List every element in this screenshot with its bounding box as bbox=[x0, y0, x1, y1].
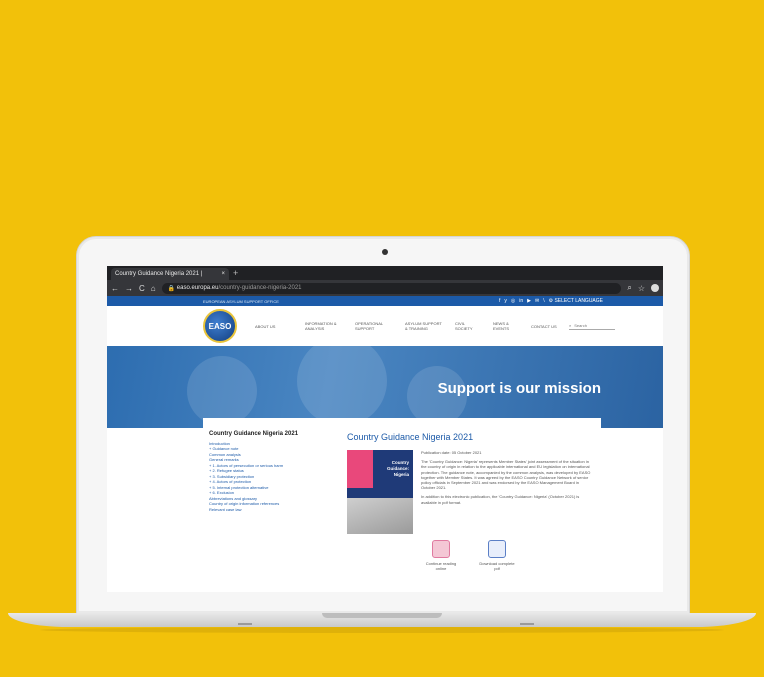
site-topstrip: EUROPEAN ASYLUM SUPPORT OFFICE f y ◎ in … bbox=[107, 296, 663, 306]
article-title: Country Guidance Nigeria 2021 bbox=[347, 432, 474, 442]
laptop-screen: Country Guidance Nigeria 2021 | × + ← → … bbox=[107, 266, 663, 592]
download-options: Continue reading online Download complet… bbox=[421, 540, 593, 571]
browser-tabbar: Country Guidance Nigeria 2021 | × + bbox=[107, 266, 663, 280]
hero-banner: Support is our mission bbox=[107, 346, 663, 428]
cover-title: Country Guidance: Nigeria bbox=[387, 460, 409, 478]
search-icon: ⌕ bbox=[569, 322, 572, 328]
nav-contact[interactable]: CONTACT US bbox=[531, 324, 557, 329]
continue-reading-button[interactable]: Continue reading online bbox=[421, 540, 461, 571]
address-bar: ← → C ⌂ 🔒 easo.europa.eu /country-guidan… bbox=[107, 280, 663, 296]
publication-date: Publication date: 05 October 2021 bbox=[421, 450, 482, 455]
download-pdf-button[interactable]: Download complete pdf bbox=[477, 540, 517, 571]
camera bbox=[382, 249, 388, 255]
reload-icon[interactable]: C bbox=[139, 284, 145, 293]
twitter-icon[interactable]: y bbox=[504, 298, 507, 304]
cover-map bbox=[347, 498, 413, 534]
cover-title-line: Nigeria bbox=[393, 472, 409, 477]
nav-civil[interactable]: CIVIL SOCIETY bbox=[455, 321, 481, 331]
home-icon[interactable]: ⌂ bbox=[151, 284, 156, 293]
nav-operational[interactable]: OPERATIONAL SUPPORT bbox=[355, 321, 393, 331]
tab-title: Country Guidance Nigeria 2021 | bbox=[115, 271, 203, 277]
youtube-icon[interactable]: ▶ bbox=[527, 298, 531, 304]
easo-logo[interactable]: EASO bbox=[203, 309, 237, 343]
download-pdf-label: Download complete pdf bbox=[479, 561, 515, 571]
agency-label: EUROPEAN ASYLUM SUPPORT OFFICE bbox=[203, 298, 279, 304]
url-path: /country-guidance-nigeria-2021 bbox=[218, 285, 302, 291]
article-body: Publication date: 05 October 2021 The 'C… bbox=[421, 450, 593, 534]
hero-title: Support is our mission bbox=[437, 380, 601, 397]
url-domain: easo.europa.eu bbox=[176, 285, 219, 291]
pdf-icon bbox=[488, 540, 506, 558]
hero-shape bbox=[297, 346, 387, 426]
browser-tab[interactable]: Country Guidance Nigeria 2021 | × bbox=[111, 268, 229, 280]
new-tab-icon[interactable]: + bbox=[233, 268, 238, 278]
article: Country Guidance Nigeria 2021 Country Gu… bbox=[347, 432, 593, 592]
site-search[interactable]: ⌕ Search bbox=[569, 323, 615, 330]
toc-item[interactable]: Relevant case law bbox=[209, 507, 337, 513]
table-of-contents: Country Guidance Nigeria 2021 Introducti… bbox=[209, 431, 337, 592]
hero-shape bbox=[187, 356, 257, 426]
laptop-foot bbox=[238, 623, 252, 625]
nav-information[interactable]: INFORMATION & ANALYSIS bbox=[305, 321, 343, 331]
mail-icon[interactable]: ✉ bbox=[535, 298, 539, 304]
article-paragraph: In addition to this electronic publicati… bbox=[421, 494, 580, 505]
linkedin-icon[interactable]: in bbox=[519, 298, 523, 304]
instagram-icon[interactable]: ◎ bbox=[511, 298, 515, 304]
cover-accent bbox=[347, 450, 373, 488]
social-links: f y ◎ in ▶ ✉ \ ⚙ SELECT LANGUAGE bbox=[499, 298, 603, 304]
article-paragraph: The 'Country Guidance: Nigeria' represen… bbox=[421, 459, 591, 491]
forward-icon[interactable]: → bbox=[125, 284, 133, 293]
laptop-notch bbox=[322, 613, 442, 618]
nav-news[interactable]: NEWS & EVENTS bbox=[493, 321, 519, 331]
report-cover-image: Country Guidance: Nigeria bbox=[347, 450, 413, 534]
rss-icon[interactable]: \ bbox=[543, 298, 544, 304]
laptop-icon bbox=[432, 540, 450, 558]
zoom-icon[interactable]: ⌕ bbox=[627, 283, 631, 293]
url-input[interactable]: 🔒 easo.europa.eu /country-guidance-niger… bbox=[161, 282, 622, 294]
star-icon[interactable]: ☆ bbox=[638, 284, 645, 293]
content-card: Country Guidance Nigeria 2021 Introducti… bbox=[203, 418, 601, 592]
site-nav: EASO ABOUT US INFORMATION & ANALYSIS OPE… bbox=[107, 306, 663, 346]
profile-avatar[interactable] bbox=[651, 284, 659, 292]
continue-reading-label: Continue reading online bbox=[425, 561, 457, 571]
toc-title: Country Guidance Nigeria 2021 bbox=[209, 431, 299, 437]
laptop-shadow bbox=[40, 627, 724, 633]
nav-about[interactable]: ABOUT US bbox=[255, 324, 293, 329]
language-selector[interactable]: ⚙ SELECT LANGUAGE bbox=[549, 298, 603, 304]
facebook-icon[interactable]: f bbox=[499, 298, 500, 304]
search-placeholder: Search bbox=[574, 322, 587, 328]
nav-asylum[interactable]: ASYLUM SUPPORT & TRAINING bbox=[405, 321, 443, 331]
laptop-foot bbox=[520, 623, 534, 625]
back-icon[interactable]: ← bbox=[111, 284, 119, 293]
close-icon[interactable]: × bbox=[221, 271, 225, 277]
lock-icon: 🔒 bbox=[167, 285, 177, 292]
